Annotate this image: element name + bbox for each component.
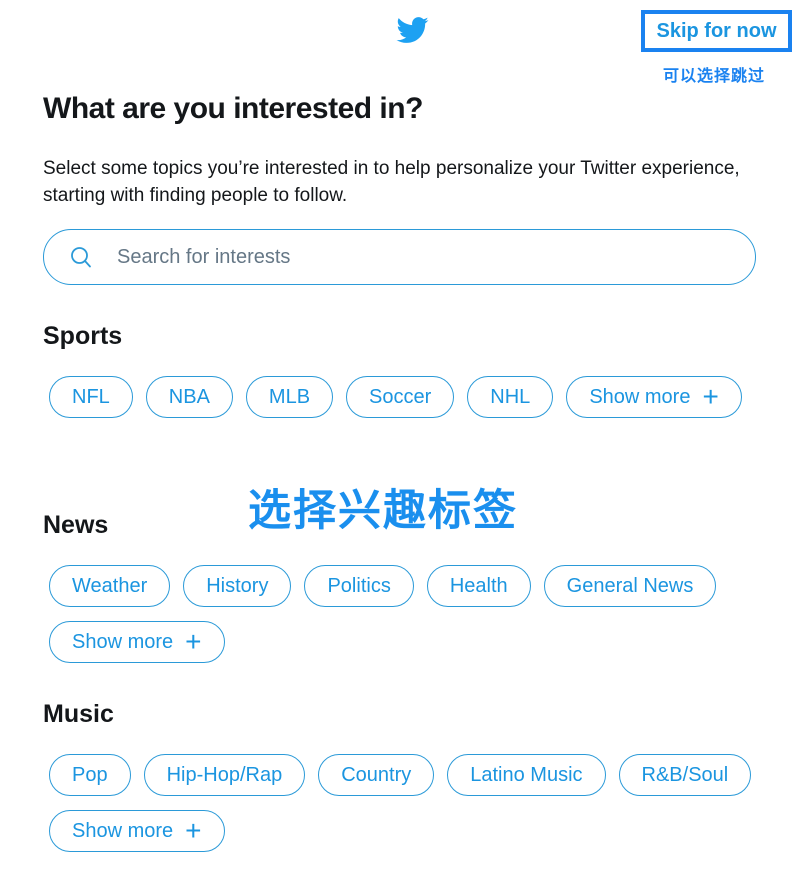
topic-label: R&B/Soul [641,763,729,786]
topic-chip[interactable]: History [183,565,292,607]
topic-chip[interactable]: Health [426,565,531,607]
topic-label: Soccer [369,385,432,408]
topic-label: NFL [72,385,110,408]
topic-label: NHL [490,385,531,408]
skip-for-now-button[interactable]: Skip for now [641,10,792,52]
topic-chip[interactable]: NBA [145,376,233,418]
plus-icon: + [185,626,202,657]
page-description: Select some topics you’re interested in … [43,158,740,206]
skip-annotation: 可以选择跳过 [663,66,766,85]
topic-label: History [206,574,269,597]
topic-label: Country [341,763,412,786]
sports-topics: NFL NBA MLB Soccer NHL Show more + [49,376,769,418]
music-topics: Pop Hip-Hop/Rap Country Latino Music R&B… [49,754,769,852]
plus-icon: + [185,815,202,846]
topic-chip[interactable]: Hip-Hop/Rap [143,754,306,796]
topic-chip[interactable]: NFL [49,376,133,418]
topic-label: Politics [327,574,391,597]
page-title: What are you interested in? [43,92,423,125]
topic-label: Health [449,574,508,597]
topic-label: MLB [268,385,311,408]
topic-chip[interactable]: Latino Music [447,754,606,796]
topic-chip[interactable]: Country [318,754,435,796]
skip-label: Skip for now [656,19,777,42]
section-title-news: News [43,511,109,539]
topic-chip[interactable]: Politics [304,565,414,607]
topic-chip[interactable]: NHL [467,376,554,418]
search-bar[interactable] [43,229,756,285]
search-input[interactable] [115,244,719,270]
topic-chip[interactable]: MLB [245,376,334,418]
show-more-label: Show more [589,385,691,408]
section-title-music: Music [43,700,114,728]
annotation-overlay: 选择兴趣标签 [248,486,518,536]
topic-chip[interactable]: Weather [49,565,171,607]
topic-chip[interactable]: Soccer [346,376,455,418]
search-icon [71,247,91,268]
show-more-button[interactable]: Show more + [49,810,225,852]
topic-chip[interactable]: General News [543,565,717,607]
topic-chip[interactable]: Pop [49,754,131,796]
show-more-label: Show more [72,819,174,842]
topic-label: Weather [72,574,148,597]
section-title-sports: Sports [43,322,123,350]
topic-label: Latino Music [470,763,583,786]
show-more-button[interactable]: Show more + [49,621,225,663]
topic-label: Hip-Hop/Rap [166,763,283,786]
news-topics: Weather History Politics Health General … [49,565,769,663]
topic-label: Pop [72,763,108,786]
plus-icon: + [702,381,719,412]
twitter-bird-icon [396,17,429,43]
topic-label: NBA [168,385,210,408]
show-more-label: Show more [72,630,174,653]
topic-label: General News [566,574,694,597]
show-more-button[interactable]: Show more + [566,376,742,418]
topic-chip[interactable]: R&B/Soul [618,754,752,796]
